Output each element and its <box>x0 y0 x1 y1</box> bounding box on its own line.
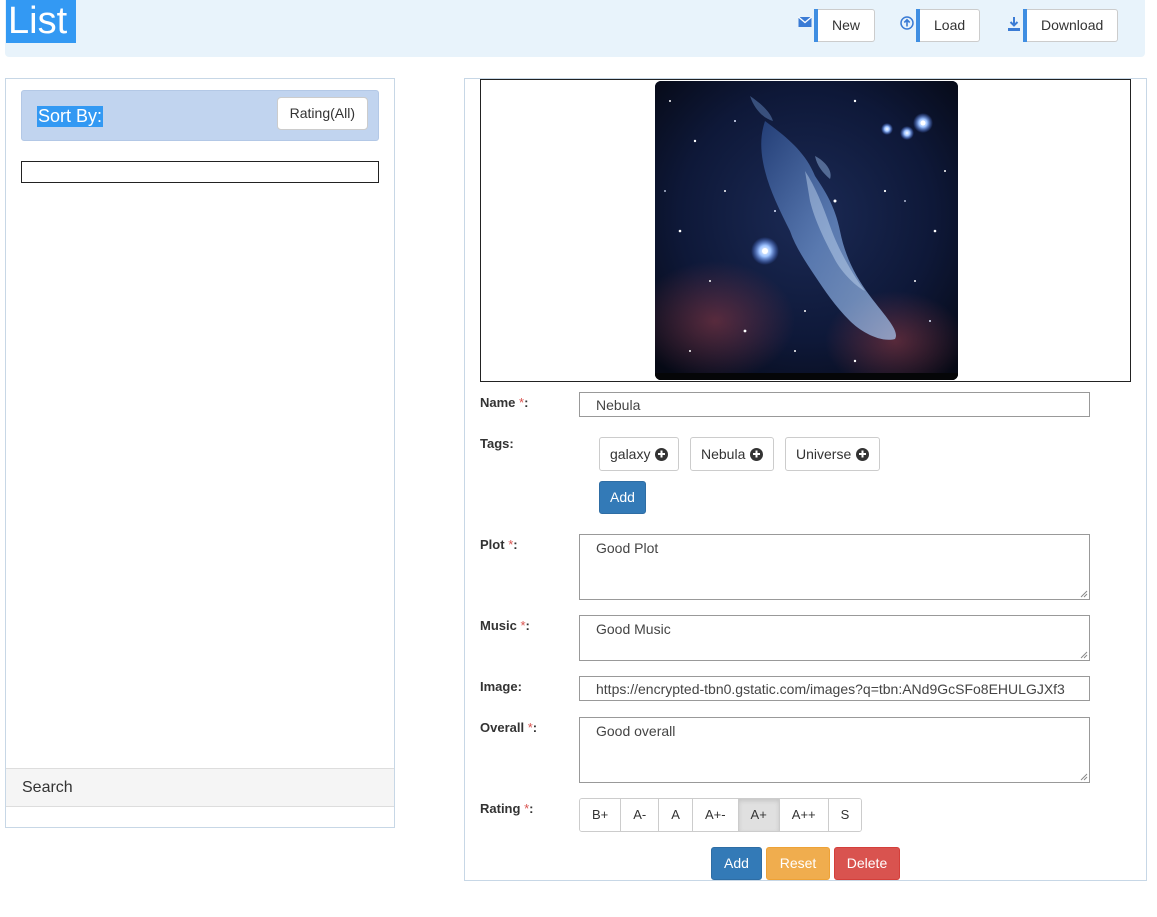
resize-handle-icon[interactable] <box>1080 590 1088 598</box>
image-label: Image: <box>480 679 522 694</box>
sort-rating-button[interactable]: Rating(All) <box>276 97 368 130</box>
envelope-icon <box>798 16 812 36</box>
remove-tag-icon[interactable] <box>856 447 870 461</box>
name-label: Name *: <box>480 395 529 410</box>
list-panel: Sort By: Rating(All) Search <box>5 78 395 828</box>
add-button[interactable]: Add <box>711 847 762 880</box>
overall-text: Good overall <box>596 723 676 739</box>
image-preview-frame <box>480 79 1131 382</box>
sort-bar: Sort By: Rating(All) <box>21 90 379 141</box>
rating-option-a-plus-plus[interactable]: A++ <box>779 799 829 831</box>
download-button-label: Download <box>1027 9 1119 42</box>
rating-option-a-minus[interactable]: A- <box>621 799 660 831</box>
reset-button[interactable]: Reset <box>766 847 830 880</box>
tag-chip[interactable]: Nebula <box>690 437 775 471</box>
remove-tag-icon[interactable] <box>655 447 669 461</box>
tag-label: Universe <box>796 446 852 462</box>
plot-text: Good Plot <box>596 540 659 556</box>
add-tag-button[interactable]: Add <box>599 481 646 514</box>
rating-option-a-plus-minus[interactable]: A+- <box>692 799 739 831</box>
tag-label: galaxy <box>610 446 651 462</box>
music-textarea[interactable]: Good Music <box>579 615 1090 661</box>
name-field[interactable]: Nebula <box>579 392 1090 417</box>
app-title: List <box>6 0 77 43</box>
rating-label: Rating *: <box>480 801 534 816</box>
top-header: List New Load Download <box>5 0 1145 57</box>
search-button[interactable]: Search <box>6 768 394 807</box>
plot-textarea[interactable]: Good Plot <box>579 534 1090 600</box>
overall-label: Overall *: <box>480 720 538 735</box>
plot-label: Plot *: <box>480 537 518 552</box>
music-label: Music *: <box>480 618 530 633</box>
item-list[interactable] <box>21 161 379 183</box>
tag-chip[interactable]: galaxy <box>599 437 680 471</box>
rating-selector: B+ A- A A+- A+ A++ S <box>579 798 863 832</box>
remove-tag-icon[interactable] <box>750 447 764 461</box>
download-button[interactable]: Download <box>1007 9 1119 42</box>
rating-option-s[interactable]: S <box>828 799 862 831</box>
download-icon <box>1007 16 1021 36</box>
music-text: Good Music <box>596 621 671 637</box>
image-url-field[interactable]: https://encrypted-tbn0.gstatic.com/image… <box>579 676 1090 701</box>
resize-handle-icon[interactable] <box>1080 773 1088 781</box>
tag-label: Nebula <box>701 446 746 462</box>
sort-label: Sort By: <box>37 106 104 127</box>
rating-option-a-plus[interactable]: A+ <box>738 799 780 831</box>
tag-chip[interactable]: Universe <box>785 437 881 471</box>
tags-label: Tags: <box>480 436 514 451</box>
load-button[interactable]: Load <box>900 9 981 42</box>
upload-circle-icon <box>900 15 914 36</box>
delete-button[interactable]: Delete <box>834 847 900 880</box>
new-button[interactable]: New <box>798 9 876 42</box>
load-button-label: Load <box>920 9 981 42</box>
rating-option-a[interactable]: A <box>659 799 693 831</box>
detail-panel: Name *: Nebula Tags: galaxy Nebula Unive… <box>464 78 1147 881</box>
resize-handle-icon[interactable] <box>1080 651 1088 659</box>
new-button-label: New <box>818 9 876 42</box>
nebula-image <box>655 81 958 380</box>
rating-option-b-plus[interactable]: B+ <box>580 799 622 831</box>
overall-textarea[interactable]: Good overall <box>579 717 1090 783</box>
